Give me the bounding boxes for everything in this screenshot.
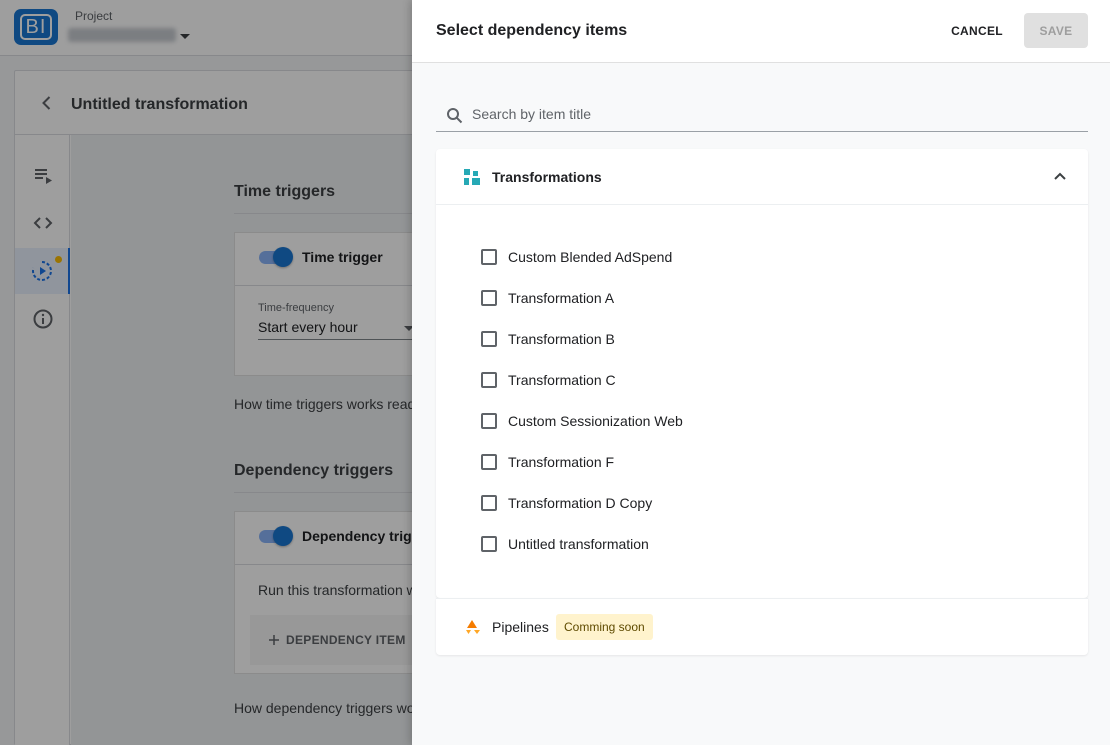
checkbox[interactable] — [481, 454, 497, 470]
item-label: Custom Sessionization Web — [508, 413, 683, 429]
list-item[interactable]: Custom Sessionization Web — [480, 410, 880, 432]
save-button[interactable]: SAVE — [1024, 13, 1088, 48]
pipelines-panel: Pipelines Comming soon — [436, 598, 1088, 655]
item-label: Transformation C — [508, 372, 616, 388]
chevron-up-icon[interactable] — [1052, 168, 1068, 184]
list-item[interactable]: Transformation B — [480, 328, 880, 350]
transformations-title: Transformations — [492, 169, 602, 185]
pipelines-label: Pipelines — [492, 619, 549, 635]
pipelines-icon — [466, 620, 480, 634]
checkbox[interactable] — [481, 249, 497, 265]
item-label: Transformation F — [508, 454, 615, 470]
checkbox[interactable] — [481, 413, 497, 429]
item-label: Transformation A — [508, 290, 615, 306]
checkbox[interactable] — [481, 331, 497, 347]
list-item[interactable]: Transformation D Copy — [480, 492, 880, 514]
search-input[interactable] — [472, 104, 1072, 124]
drawer-title: Select dependency items — [436, 22, 628, 39]
item-label: Untitled transformation — [508, 536, 649, 552]
checkbox[interactable] — [481, 495, 497, 511]
transformations-panel: Transformations Custom Blended AdSpend T… — [436, 149, 1088, 598]
checkbox[interactable] — [481, 372, 497, 388]
list-item[interactable]: Transformation C — [480, 369, 880, 391]
coming-soon-badge: Comming soon — [556, 614, 653, 640]
list-item[interactable]: Untitled transformation — [480, 533, 880, 555]
list-item[interactable]: Transformation F — [480, 451, 880, 473]
list-item[interactable]: Custom Blended AdSpend — [480, 246, 880, 268]
transformations-icon — [464, 169, 480, 185]
item-label: Custom Blended AdSpend — [508, 249, 673, 265]
checkbox[interactable] — [481, 290, 497, 306]
search-icon — [447, 108, 463, 124]
item-label: Transformation B — [508, 331, 615, 347]
dependency-drawer: Select dependency items CANCEL SAVE Tran… — [412, 0, 1110, 745]
drawer-header: Select dependency items CANCEL SAVE — [412, 0, 1110, 63]
list-item[interactable]: Transformation A — [480, 287, 880, 309]
search-field — [436, 96, 1088, 132]
item-label: Transformation D Copy — [508, 495, 653, 511]
checkbox[interactable] — [481, 536, 497, 552]
cancel-button[interactable]: CANCEL — [942, 14, 1012, 48]
transformations-header[interactable]: Transformations — [436, 149, 1088, 205]
